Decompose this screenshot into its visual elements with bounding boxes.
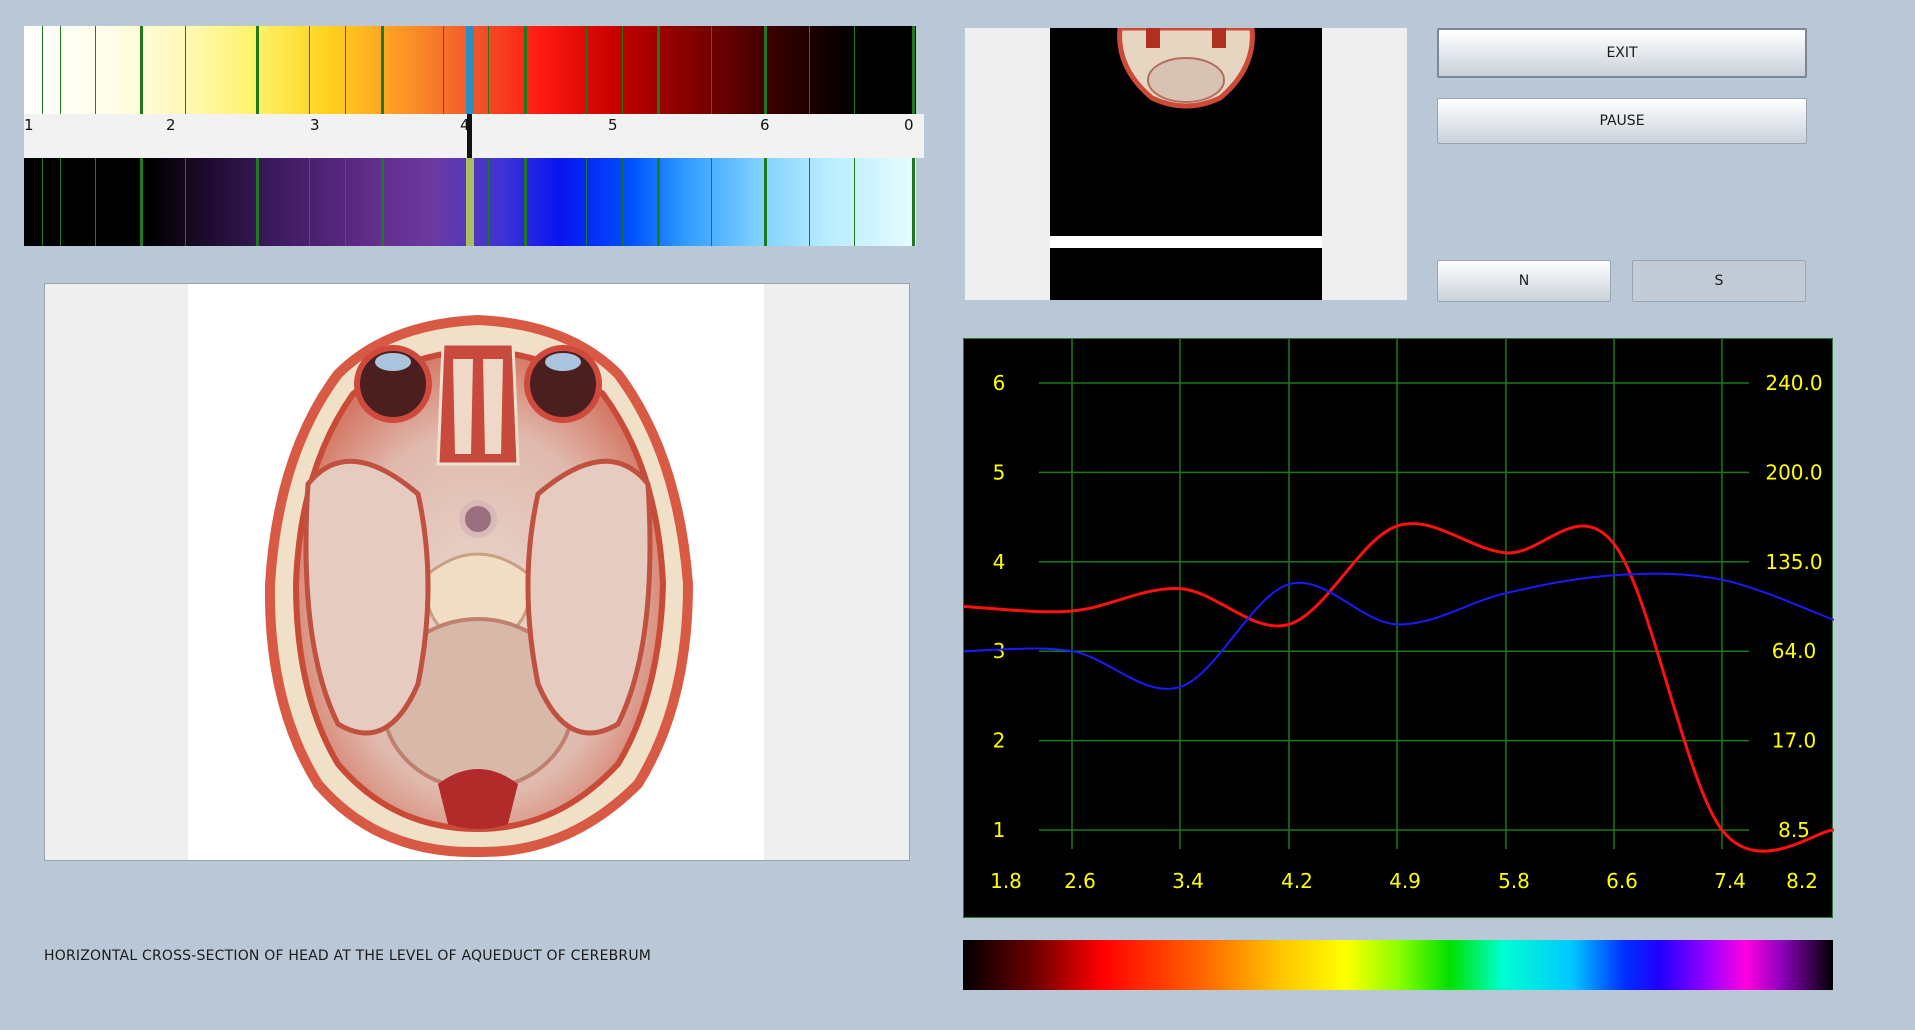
spectrum-line [808,158,810,246]
y-right-tick-label: 200.0 [1765,460,1822,484]
preview-thumbnail [1117,28,1255,109]
spectrum-line [853,26,855,114]
y-left-tick-label: 2 [993,729,1006,753]
spectrum-line [255,26,259,114]
y-right-tick-label: 135.0 [1765,550,1822,574]
s-button[interactable]: S [1632,260,1806,302]
spectrum-line [309,26,311,114]
preview-panel [965,28,1407,300]
head-cross-section-illustration [264,314,694,858]
spectrum-line [621,158,623,246]
scale-label: 3 [310,116,320,134]
spectrum-line [657,158,661,246]
scale-label: 6 [760,116,770,134]
spectrum-line [59,26,61,114]
spectrum-line [184,26,186,114]
spectrum-line [523,158,527,246]
x-tick-label: 1.8 [990,869,1022,893]
signal-chart: 1 2 3 4 5 6 8.5 17.0 64.0 135.0 200.0 240.0 1.8 2.6 3.… [963,338,1834,918]
spectrum-line [523,26,527,114]
y-left-tick-label: 4 [993,550,1006,574]
cross-section-image [188,284,764,860]
x-tick-label: 4.2 [1281,869,1313,893]
scale-label: 1 [24,116,34,134]
x-tick-label: 4.9 [1389,869,1421,893]
spectrum-line [911,158,915,246]
spectrum-line [41,158,43,246]
x-tick-label: 8.2 [1786,869,1818,893]
spectrum-line [59,158,61,246]
spectrum-position-handle[interactable] [467,114,472,158]
scale-label: 5 [608,116,618,134]
spectrum-line [853,158,855,246]
spectrum-line [585,158,587,246]
y-left-tick-label: 5 [993,460,1006,484]
spectrum-line [487,26,489,114]
exit-button[interactable]: EXIT [1437,28,1807,78]
spectrum-line [95,158,97,246]
spectrum-line [710,26,712,114]
spectrum-line [95,26,97,114]
n-button[interactable]: N [1437,260,1611,302]
spectrum-line [621,26,623,114]
spectrum-line [487,158,489,246]
spectrum-position-marker-lower[interactable] [466,158,474,246]
spectrum-line [41,26,43,114]
spectrum-line [911,26,915,114]
y-left-tick-label: 1 [993,818,1006,842]
x-tick-label: 7.4 [1714,869,1746,893]
y-left-tick-label: 6 [993,371,1006,395]
spectrum-line [808,26,810,114]
x-tick-label: 3.4 [1172,869,1204,893]
color-scale-bar [963,940,1833,990]
spectrum-line [443,158,445,246]
spectrum-line [764,26,768,114]
slice-position-slider[interactable] [1050,236,1322,248]
spectrum-line [139,26,143,114]
spectrum-line [139,158,143,246]
spectrum-line [380,26,384,114]
scale-label: 0 [904,116,914,134]
spectrum-line [443,26,445,114]
spectrum-line [309,158,311,246]
spectrum-line [710,158,712,246]
spectrum-line [255,158,259,246]
scale-label: 2 [166,116,176,134]
y-right-tick-label: 17.0 [1772,729,1817,753]
spectrum-line [585,26,587,114]
y-right-tick-label: 240.0 [1765,371,1822,395]
spectrum-line [184,158,186,246]
y-right-tick-label: 64.0 [1772,639,1817,663]
spectrum-line [345,26,347,114]
spectrum-line [345,158,347,246]
spectrum-line [764,158,768,246]
blue-series-line [964,572,1834,690]
cross-section-image-panel [44,283,910,861]
preview-viewport [1050,28,1322,300]
x-tick-label: 5.8 [1498,869,1530,893]
y-right-tick-label: 8.5 [1778,818,1810,842]
x-tick-label: 2.6 [1064,869,1096,893]
spectrum-line [380,158,384,246]
spectrum-line [657,26,661,114]
red-series-line [964,522,1834,853]
signal-chart-svg: 1 2 3 4 5 6 8.5 17.0 64.0 135.0 200.0 240.0 1.8 2.6 3.… [964,339,1834,893]
spectrum-scale: 1 2 3 4 5 6 0 [24,114,924,158]
image-caption: HORIZONTAL CROSS-SECTION OF HEAD AT THE … [44,948,652,964]
x-tick-label: 6.6 [1606,869,1638,893]
y-left-tick-label: 3 [993,639,1006,663]
spectrum-position-marker[interactable] [466,26,474,114]
pause-button[interactable]: PAUSE [1437,98,1807,144]
